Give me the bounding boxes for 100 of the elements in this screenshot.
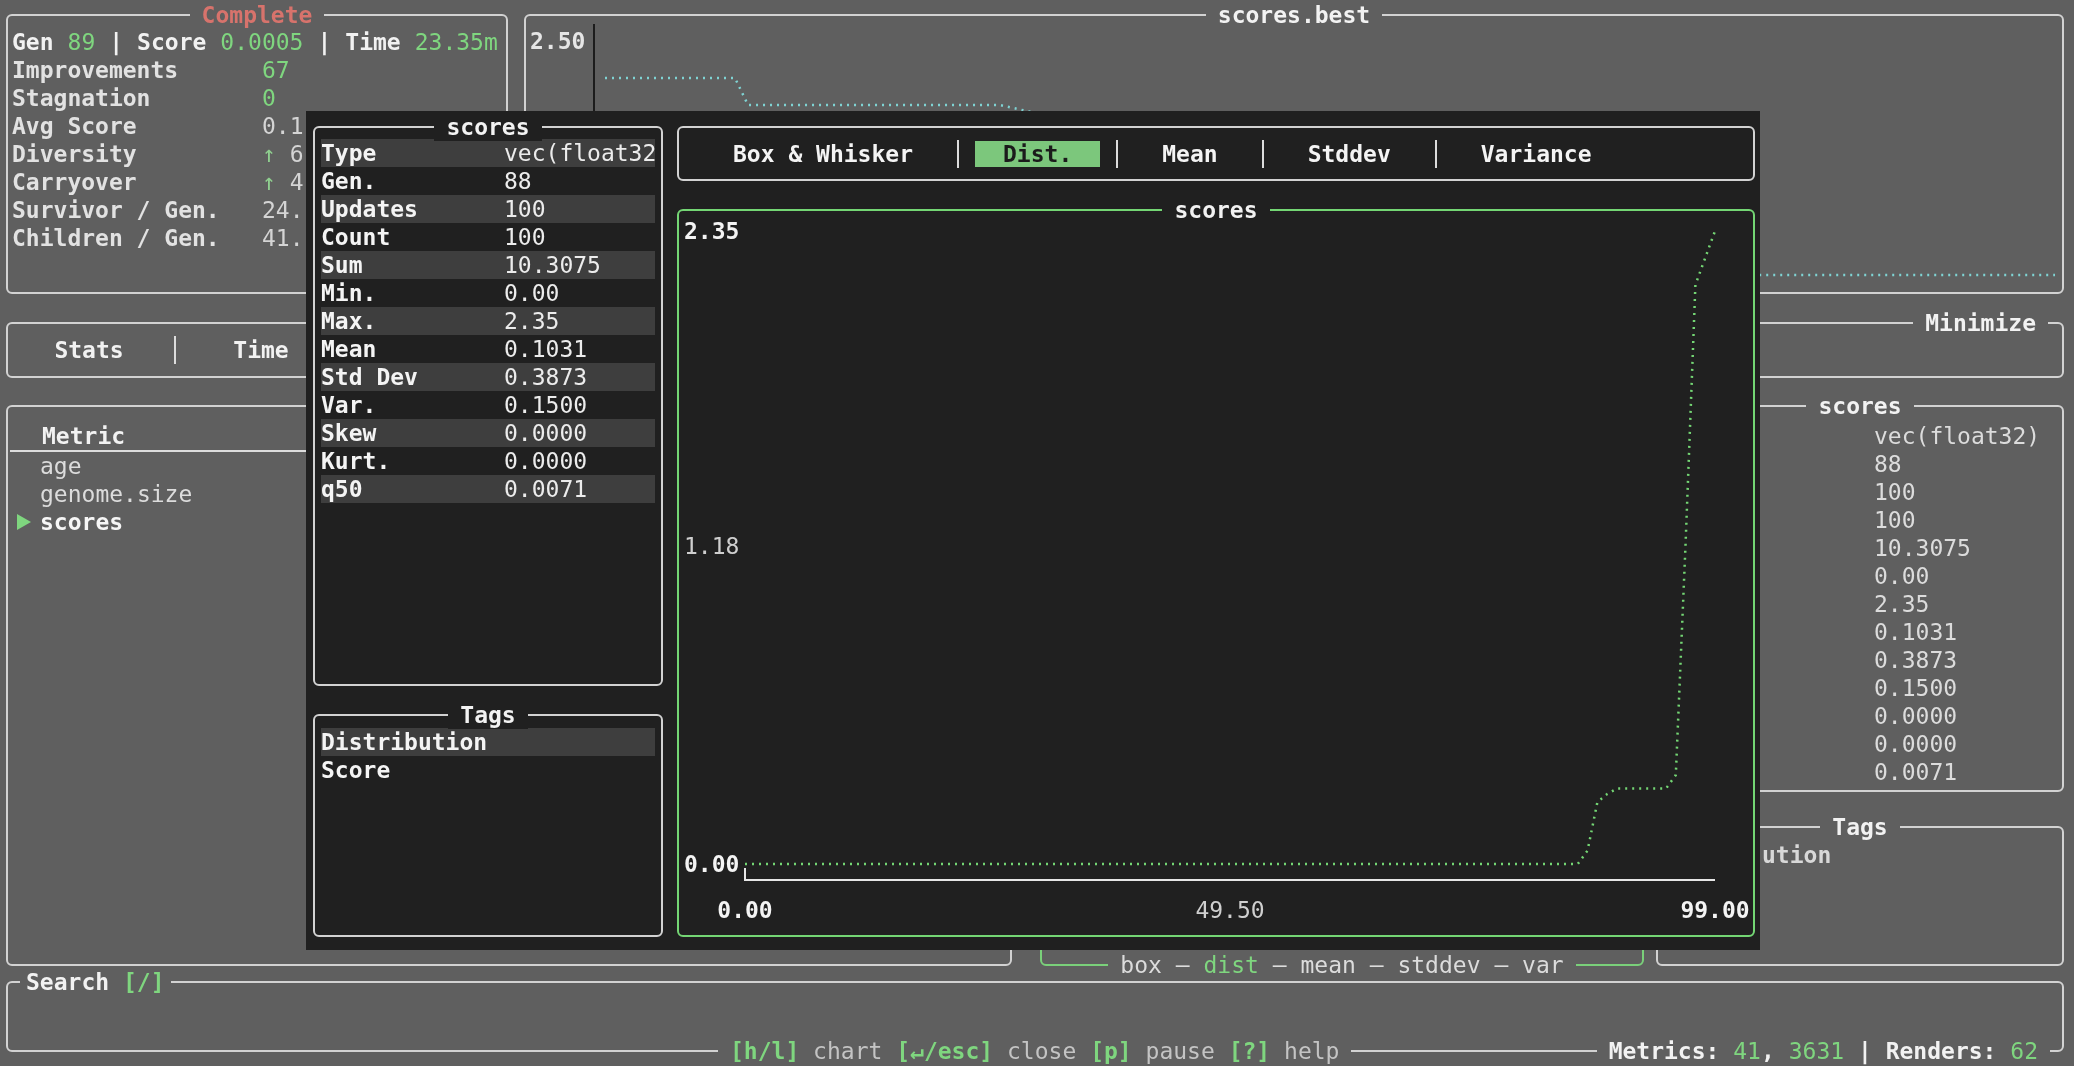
row-label: Max. xyxy=(321,307,378,335)
detail-value: vec(float32) xyxy=(1874,422,2042,450)
row-value: 100 xyxy=(504,195,547,223)
shortcut-action: chart xyxy=(813,1038,883,1064)
tick-label: 49.50 xyxy=(1195,897,1265,923)
tag-item[interactable]: Score xyxy=(321,756,655,784)
tick-label: 0.00 xyxy=(684,851,740,877)
detail-value: 88 xyxy=(1874,450,1903,478)
row-value: vec(float32 xyxy=(504,139,657,167)
shortcut-key: [h/l] xyxy=(730,1038,800,1064)
chart-type-option[interactable]: stddev xyxy=(1397,952,1481,978)
stat-label: Avg Score xyxy=(12,112,138,140)
detail-value: 100 xyxy=(1874,506,1917,534)
row-label: Count xyxy=(321,223,392,251)
row-value: 0.1500 xyxy=(504,391,589,419)
chart-tab[interactable]: Mean xyxy=(1134,140,1246,167)
stat-value: 89 xyxy=(67,28,96,56)
tag-item: ution xyxy=(1762,841,1833,869)
stat-value: 0.1 xyxy=(262,112,304,140)
counter-label: Renders: xyxy=(1885,1038,1997,1064)
counter-value: 41 xyxy=(1733,1038,1761,1064)
separator: | xyxy=(317,28,332,56)
row-label: Skew xyxy=(321,419,378,447)
detail-value: 0.0071 xyxy=(1874,758,1959,786)
separator: – xyxy=(1494,952,1509,978)
stat-label: Stagnation xyxy=(12,84,152,112)
tag-item[interactable]: Distribution xyxy=(321,728,655,756)
stat-label: Score xyxy=(137,28,207,56)
stat-value: 23.35m xyxy=(414,28,498,56)
detail-value: 100 xyxy=(1874,478,1917,506)
chart-tab[interactable]: Box & Whisker xyxy=(705,140,941,167)
tick-label: 0.00 xyxy=(717,897,773,923)
row-value: 0.0000 xyxy=(504,419,589,447)
separator: , xyxy=(1760,1038,1775,1064)
tick-label: 1.18 xyxy=(684,533,740,560)
row-label: Var. xyxy=(321,391,378,419)
stat-label: Survivor / Gen. xyxy=(12,196,221,224)
detail-value: 0.3873 xyxy=(1874,646,1959,674)
stat-value: 67 xyxy=(262,56,290,84)
chart-tab[interactable]: Stddev xyxy=(1279,140,1419,167)
chart-tab[interactable]: Variance xyxy=(1452,140,1620,167)
separator: – xyxy=(1369,952,1384,978)
row-label: Gen. xyxy=(321,167,378,195)
counter-value: 62 xyxy=(2010,1038,2038,1064)
chart-type-option[interactable]: box xyxy=(1120,952,1162,978)
detail-value: 0.0000 xyxy=(1874,702,1959,730)
row-value: 2.35 xyxy=(504,307,561,335)
row-value: 10.3075 xyxy=(504,251,602,279)
stat-value: 4 xyxy=(289,168,304,196)
detail-value: 0.1031 xyxy=(1874,618,1959,646)
stat-label: Improvements xyxy=(12,56,180,84)
separator: – xyxy=(1175,952,1190,978)
row-label: Sum xyxy=(321,251,364,279)
row-label: Std Dev xyxy=(321,363,419,391)
chart-type-option[interactable]: dist xyxy=(1203,952,1259,978)
stat-label: Carryover xyxy=(12,168,138,196)
stat-value: 41. xyxy=(262,224,304,252)
view-tab[interactable]: Stats xyxy=(14,336,164,364)
stat-value: 6 xyxy=(289,140,304,168)
row-value: 88 xyxy=(504,167,533,195)
row-value: 0.0071 xyxy=(504,475,589,503)
stat-value: 0.0005 xyxy=(220,28,304,56)
detail-value: 2.35 xyxy=(1874,590,1931,618)
stat-label: Children / Gen. xyxy=(12,224,221,252)
shortcut-action: close xyxy=(1007,1038,1077,1064)
row-label: Min. xyxy=(321,279,378,307)
shortcut-action: pause xyxy=(1145,1038,1215,1064)
row-label: Type xyxy=(321,139,378,167)
row-value: 100 xyxy=(504,223,547,251)
chart-type-option[interactable]: mean xyxy=(1300,952,1356,978)
chart-tab[interactable]: Dist. xyxy=(975,140,1101,167)
tick-label: 99.00 xyxy=(1680,897,1750,923)
trend-arrow: ↑ xyxy=(262,140,276,168)
stat-label: Diversity xyxy=(12,140,138,168)
detail-value: 0.0000 xyxy=(1874,730,1959,758)
counter-value: 3631 xyxy=(1788,1038,1845,1064)
detail-value: 10.3075 xyxy=(1874,534,1972,562)
separator: | xyxy=(109,28,124,56)
metric-item[interactable]: scores xyxy=(40,508,124,536)
row-label: q50 xyxy=(321,475,364,503)
stat-label: Gen xyxy=(12,28,54,56)
shortcut-key: [p] xyxy=(1090,1038,1132,1064)
stat-label: Time xyxy=(345,28,401,56)
detail-value: 0.1500 xyxy=(1874,674,1959,702)
counter-label: Metrics: xyxy=(1608,1038,1720,1064)
detail-value: 0.00 xyxy=(1874,562,1931,590)
row-label: Updates xyxy=(321,195,419,223)
row-value: 0.3873 xyxy=(504,363,589,391)
metric-item[interactable]: genome.size xyxy=(40,480,193,508)
row-value: 0.00 xyxy=(504,279,561,307)
shortcut-action: help xyxy=(1284,1038,1340,1064)
stat-value: 0 xyxy=(262,84,276,112)
trend-arrow: ↑ xyxy=(262,168,276,196)
row-label: Mean xyxy=(321,335,378,363)
chart-type-option[interactable]: var xyxy=(1522,952,1564,978)
separator: – xyxy=(1272,952,1287,978)
tick-label: 2.35 xyxy=(684,218,740,244)
shortcut-key: [?] xyxy=(1228,1038,1271,1064)
axis-label: 2.50 xyxy=(530,28,586,54)
metric-item[interactable]: age xyxy=(40,452,82,480)
